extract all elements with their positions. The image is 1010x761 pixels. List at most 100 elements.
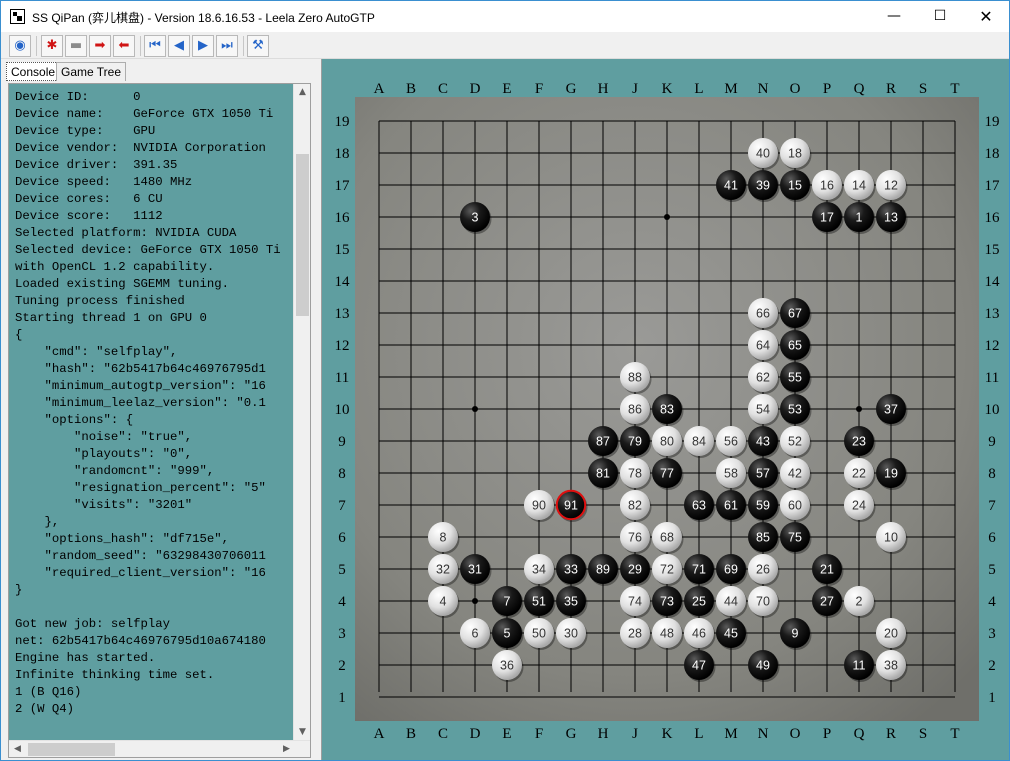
console-line: Selected device: GeForce GTX 1050 Ti bbox=[15, 243, 281, 257]
row-label: 14 bbox=[985, 274, 1001, 290]
column-label: F bbox=[535, 81, 543, 97]
move-number: 30 bbox=[564, 627, 578, 641]
horizontal-scrollbar[interactable]: ◀ ▶ bbox=[9, 740, 310, 757]
scroll-down-icon[interactable]: ▼ bbox=[294, 724, 310, 741]
app-icon[interactable] bbox=[10, 9, 25, 24]
console-line: Tuning process finished bbox=[15, 294, 185, 308]
move-forward-icon: ➡ bbox=[94, 38, 106, 53]
move-number: 65 bbox=[788, 339, 802, 353]
move-number: 58 bbox=[724, 467, 738, 481]
move-number: 89 bbox=[596, 563, 610, 577]
move-number: 90 bbox=[532, 499, 546, 513]
move-number: 80 bbox=[660, 435, 674, 449]
next-move-icon: ▶ bbox=[198, 38, 208, 53]
move-number: 59 bbox=[756, 499, 770, 513]
console-line: "cmd": "selfplay", bbox=[15, 345, 178, 359]
console-line: "random_seed": "63298430706011 bbox=[15, 549, 266, 563]
move-number: 23 bbox=[852, 435, 866, 449]
column-label: K bbox=[662, 726, 673, 742]
scroll-left-icon[interactable]: ◀ bbox=[9, 741, 26, 757]
column-label: Q bbox=[854, 81, 865, 97]
maximize-button[interactable]: ☐ bbox=[917, 1, 963, 32]
console-line: } bbox=[15, 583, 23, 597]
board-panel: AABBCCDDEEFFGGHHJJKKLLMMNNOOPPQQRRSSTT11… bbox=[321, 59, 1010, 761]
scroll-up-icon[interactable]: ▲ bbox=[294, 84, 310, 101]
previous-move-button[interactable]: ◀ bbox=[168, 35, 190, 57]
column-label: G bbox=[566, 726, 577, 742]
row-label: 3 bbox=[988, 626, 996, 642]
close-button[interactable]: ✕ bbox=[963, 1, 1009, 32]
go-board[interactable]: AABBCCDDEEFFGGHHJJKKLLMMNNOOPPQQRRSSTT1 1… bbox=[322, 59, 1010, 761]
last-move-button[interactable]: ⏭ bbox=[216, 35, 238, 57]
mark-button[interactable]: ✱ bbox=[41, 35, 63, 57]
move-number: 36 bbox=[500, 659, 514, 673]
tab-console[interactable]: Console bbox=[6, 62, 61, 81]
move-number: 33 bbox=[564, 563, 578, 577]
console-output[interactable]: Device ID: 0 Device name: GeForce GTX 105… bbox=[8, 83, 311, 758]
tab-game-tree[interactable]: Game Tree bbox=[56, 62, 127, 81]
row-label: 17 bbox=[985, 178, 1001, 194]
minimize-button[interactable]: — bbox=[871, 1, 917, 32]
column-label: E bbox=[502, 81, 511, 97]
column-label: Q bbox=[854, 726, 865, 742]
move-number: 31 bbox=[468, 563, 482, 577]
move-number: 69 bbox=[724, 563, 738, 577]
row-label: 14 bbox=[335, 274, 351, 290]
row-label: 4 bbox=[338, 594, 346, 610]
console-line: }, bbox=[15, 515, 60, 529]
console-line: Infinite thinking time set. bbox=[15, 668, 215, 682]
vertical-scroll-thumb[interactable] bbox=[296, 154, 309, 316]
move-number: 63 bbox=[692, 499, 706, 513]
console-line: Engine has started. bbox=[15, 651, 156, 665]
settings-button[interactable]: ⚒ bbox=[247, 35, 269, 57]
console-line: "hash": "62b5417b64c46976795d1 bbox=[15, 362, 266, 376]
column-label: O bbox=[790, 726, 801, 742]
console-line: Device type: GPU bbox=[15, 124, 156, 138]
move-number: 10 bbox=[884, 531, 898, 545]
column-label: S bbox=[919, 81, 927, 97]
console-line: Starting thread 1 on GPU 0 bbox=[15, 311, 207, 325]
move-number: 45 bbox=[724, 627, 738, 641]
row-label: 10 bbox=[985, 402, 1000, 418]
move-back-button[interactable]: ⬅ bbox=[113, 35, 135, 57]
move-number: 48 bbox=[660, 627, 674, 641]
horizontal-scroll-thumb[interactable] bbox=[28, 743, 115, 756]
row-label: 12 bbox=[335, 338, 350, 354]
row-label: 7 bbox=[988, 498, 996, 514]
move-number: 73 bbox=[660, 595, 674, 609]
move-number: 37 bbox=[884, 403, 898, 417]
row-label: 16 bbox=[335, 210, 351, 226]
console-line: Device ID: 0 bbox=[15, 90, 141, 104]
next-move-button[interactable]: ▶ bbox=[192, 35, 214, 57]
move-number: 88 bbox=[628, 371, 642, 385]
first-move-icon: ⏮ bbox=[149, 38, 161, 53]
move-number: 86 bbox=[628, 403, 642, 417]
move-number: 25 bbox=[692, 595, 706, 609]
remove-button[interactable]: ▬ bbox=[65, 35, 87, 57]
move-number: 81 bbox=[596, 467, 610, 481]
console-line: { bbox=[15, 328, 23, 342]
column-label: P bbox=[823, 81, 831, 97]
move-number: 84 bbox=[692, 435, 706, 449]
move-forward-button[interactable]: ➡ bbox=[89, 35, 111, 57]
title-bar: SS QiPan (弈儿棋盘) - Version 18.6.16.53 - L… bbox=[1, 1, 1009, 32]
column-label: H bbox=[598, 726, 609, 742]
console-line: Got new job: selfplay bbox=[15, 617, 170, 631]
move-number: 2 bbox=[856, 595, 863, 609]
move-number: 44 bbox=[724, 595, 738, 609]
row-label: 4 bbox=[988, 594, 996, 610]
first-move-button[interactable]: ⏮ bbox=[144, 35, 166, 57]
row-label: 16 bbox=[985, 210, 1001, 226]
row-label: 8 bbox=[338, 466, 346, 482]
scroll-right-icon[interactable]: ▶ bbox=[278, 741, 295, 757]
column-label: T bbox=[950, 81, 959, 97]
console-line: Device name: GeForce GTX 1050 Ti bbox=[15, 107, 274, 121]
view-button[interactable]: ◉ bbox=[9, 35, 31, 57]
move-number: 68 bbox=[660, 531, 674, 545]
vertical-scrollbar[interactable]: ▲ ▼ bbox=[293, 84, 310, 741]
column-label: J bbox=[632, 81, 638, 97]
application-window: SS QiPan (弈儿棋盘) - Version 18.6.16.53 - L… bbox=[0, 0, 1010, 761]
row-label: 9 bbox=[338, 434, 346, 450]
move-number: 50 bbox=[532, 627, 546, 641]
move-number: 13 bbox=[884, 211, 898, 225]
